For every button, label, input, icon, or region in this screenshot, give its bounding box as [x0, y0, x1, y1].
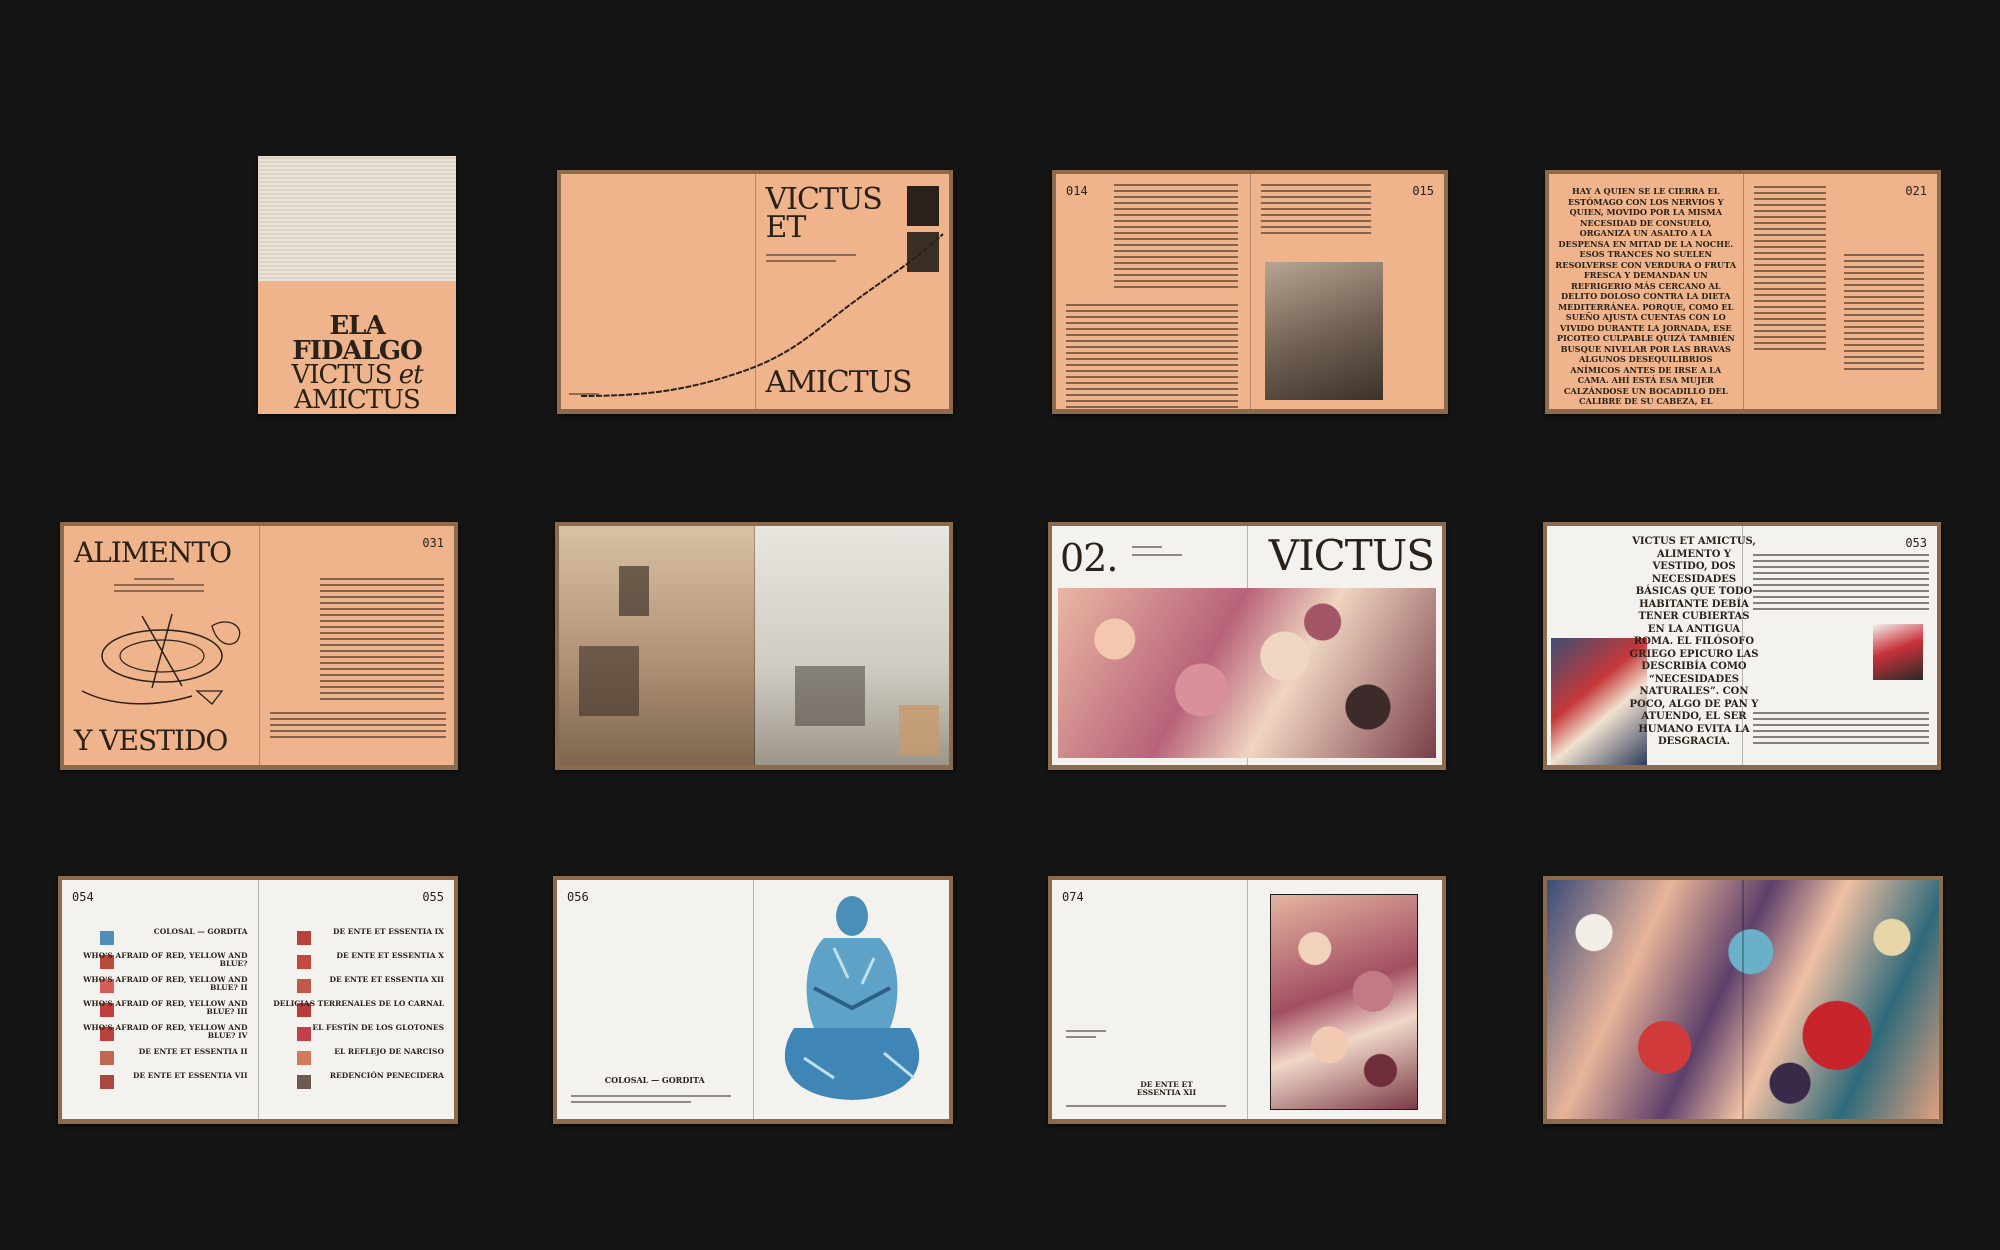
- spread10-caption: DE ENTE ET ESSENTIA XII: [1136, 1079, 1197, 1097]
- page-number-053: 053: [1905, 536, 1927, 550]
- spread-014-015[interactable]: 014 015: [1052, 170, 1448, 414]
- spread8-right-page: 055 DE ENTE ET ESSENTIA IX DE ENTE ET ES…: [258, 880, 454, 1119]
- spread-021[interactable]: HAY A QUIEN SE LE CIERRA EL ESTÓMAGO CON…: [1545, 170, 1941, 414]
- index-item[interactable]: EL FESTÍN DE LOS GLOTONES: [312, 1023, 444, 1032]
- index-item[interactable]: COLOSAL — GORDITA: [154, 927, 248, 936]
- spread-alimento-y-vestido[interactable]: ALIMENTO Y VESTIDO 031: [60, 522, 458, 770]
- spread9-right-page: [753, 880, 949, 1119]
- cover-fabric-band: [258, 156, 456, 281]
- index-item[interactable]: WHO'S AFRAID OF RED, YELLOW AND BLUE? II: [62, 975, 247, 993]
- page-number-014: 014: [1066, 184, 1088, 198]
- spread-053[interactable]: 053 VICTUS ET AMICTUS, ALIMENTO Y VESTID…: [1543, 522, 1941, 770]
- spread-074[interactable]: 074 DE ENTE ET ESSENTIA XII: [1048, 876, 1446, 1124]
- page-number-054: 054: [72, 890, 94, 904]
- spread4-title-y-vestido: Y VESTIDO: [74, 724, 228, 758]
- spread10-right-page: [1247, 880, 1442, 1119]
- spread11-gutter: [1742, 880, 1744, 1119]
- spread1-line-drawing: [580, 233, 944, 397]
- spread-02-victus[interactable]: 02. VICTUS: [1048, 522, 1446, 770]
- spread-studio-photos[interactable]: [555, 522, 953, 770]
- spread-full-painting[interactable]: [1543, 876, 1943, 1124]
- spread5-left-photo: [559, 526, 755, 765]
- spread7-quote: VICTUS ET AMICTUS, ALIMENTO Y VESTIDO, D…: [1629, 536, 1759, 747]
- spread9-caption: COLOSAL — GORDITA: [604, 1075, 705, 1085]
- spread4-title-alimento: ALIMENTO: [74, 536, 232, 569]
- index-item[interactable]: WHO'S AFRAID OF RED, YELLOW AND BLUE? II…: [62, 999, 247, 1017]
- index-item[interactable]: EL REFLEJO DE NARCISO: [334, 1047, 444, 1056]
- spread-054-055-index[interactable]: 054 COLOSAL — GORDITA WHO'S AFRAID OF RE…: [58, 876, 458, 1124]
- spread9-left-page: 056 COLOSAL — GORDITA: [557, 880, 754, 1119]
- page-number-055: 055: [422, 890, 444, 904]
- spread-victus-et-amictus[interactable]: VICTUS ET AMICTUS: [557, 170, 953, 414]
- cover-book[interactable]: ELA FIDALGO VICTUS et AMICTUS: [258, 156, 456, 414]
- cover-title: ELA FIDALGO VICTUS et AMICTUS: [258, 311, 456, 414]
- index-item[interactable]: WHO'S AFRAID OF RED, YELLOW AND BLUE? IV: [62, 1023, 247, 1041]
- spread7-right-photo: [1873, 624, 1923, 680]
- page-number-074: 074: [1062, 890, 1084, 904]
- spread8-left-page: 054 COLOSAL — GORDITA WHO'S AFRAID OF RE…: [62, 880, 259, 1119]
- spread10-painting: [1269, 894, 1418, 1110]
- spread4-food-drawing: [81, 613, 241, 705]
- index-item[interactable]: DE ENTE ET ESSENTIA II: [139, 1047, 248, 1056]
- spread10-left-page: 074 DE ENTE ET ESSENTIA XII: [1052, 880, 1248, 1119]
- spread6-painting: [1058, 588, 1436, 758]
- spread4-left-page: ALIMENTO Y VESTIDO: [64, 526, 260, 765]
- spread9-sculpture: [784, 896, 919, 1100]
- cover-title-line1: ELA: [329, 311, 385, 341]
- spread5-right-photo: [754, 526, 949, 765]
- index-item[interactable]: DE ENTE ET ESSENTIA IX: [333, 927, 444, 936]
- index-item[interactable]: DE ENTE ET ESSENTIA VII: [133, 1071, 248, 1080]
- spread6-title: VICTUS: [1268, 531, 1435, 580]
- cover-title-line4: AMICTUS: [294, 385, 421, 414]
- spread3-right-page: 021: [1743, 174, 1937, 409]
- spread7-right-page: 053: [1742, 526, 1937, 765]
- index-item[interactable]: WHO'S AFRAID OF RED, YELLOW AND BLUE?: [62, 951, 247, 969]
- spread3-quote: HAY A QUIEN SE LE CIERRA EL ESTÓMAGO CON…: [1555, 186, 1737, 409]
- spread3-left-page: HAY A QUIEN SE LE CIERRA EL ESTÓMAGO CON…: [1549, 174, 1744, 409]
- spread6-number: 02.: [1060, 536, 1118, 580]
- spread-056-sculpture[interactable]: 056 COLOSAL — GORDITA: [553, 876, 953, 1124]
- page-number-031: 031: [422, 536, 444, 550]
- page-number-021: 021: [1905, 184, 1927, 198]
- index-item[interactable]: REDENCIÓN PENECIDERA: [330, 1071, 444, 1080]
- page-number-015: 015: [1412, 184, 1434, 198]
- spread2-portrait-photo: [1264, 262, 1383, 400]
- index-item[interactable]: DE ENTE ET ESSENTIA XII: [329, 975, 444, 984]
- index-item[interactable]: DELICIAS TERRENALES DE LO CARNAL: [273, 999, 444, 1008]
- page-number-056: 056: [567, 890, 589, 904]
- index-item[interactable]: DE ENTE ET ESSENTIA X: [336, 951, 444, 960]
- spread4-right-page: 031: [259, 526, 454, 765]
- spread2-right-page: 015: [1250, 174, 1444, 409]
- spread2-left-page: 014: [1056, 174, 1251, 409]
